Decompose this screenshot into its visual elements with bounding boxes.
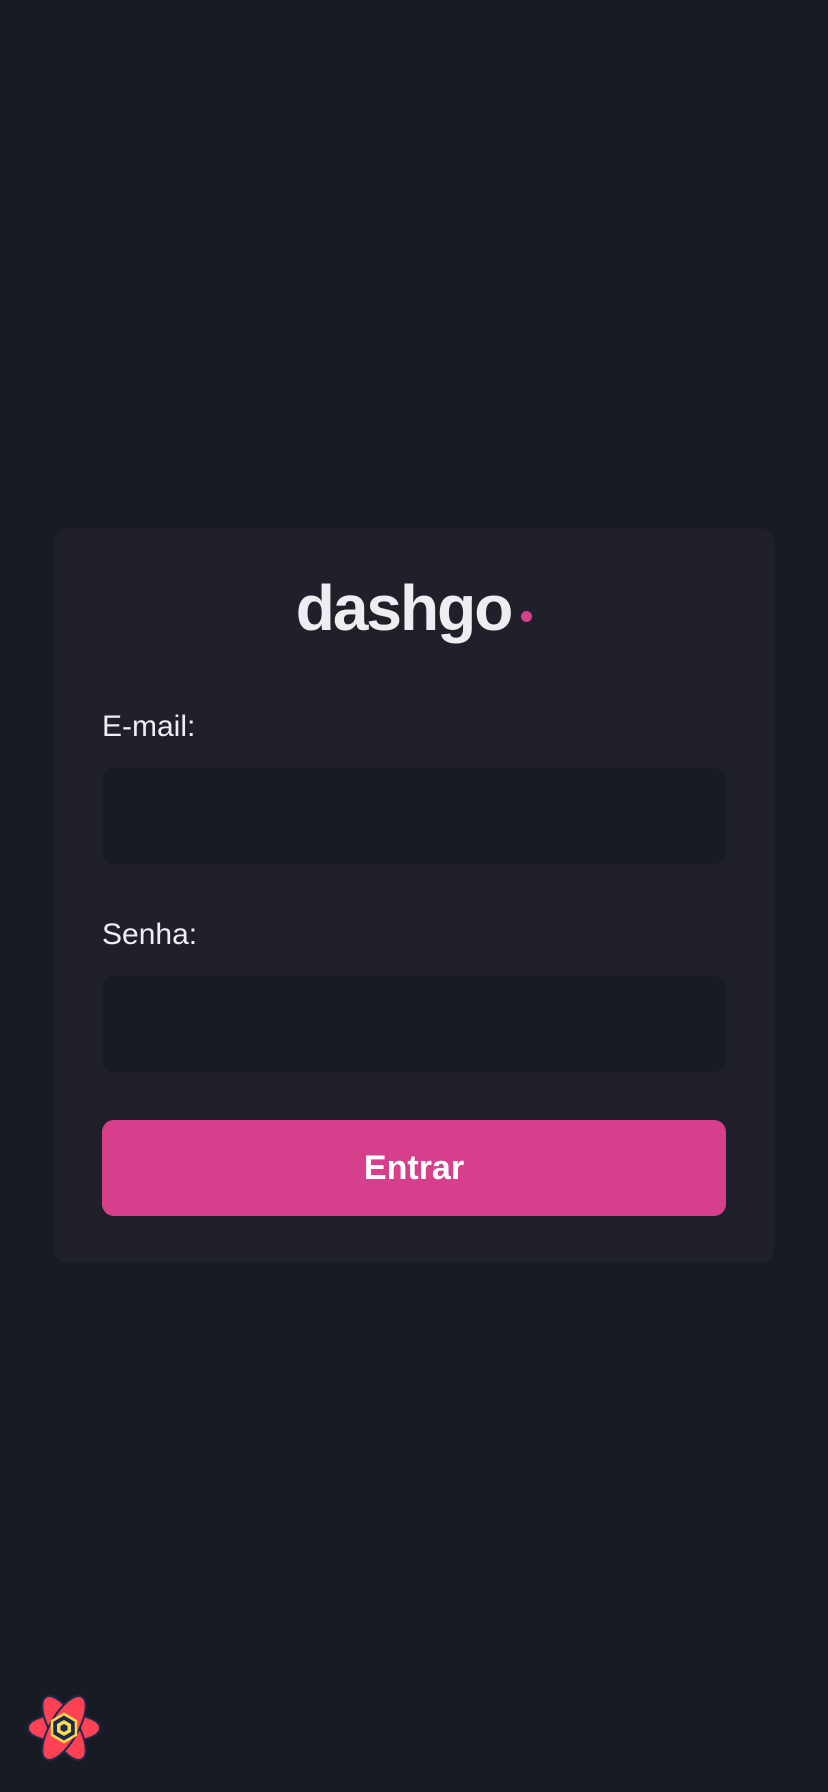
brand-logo: dashgo [54,568,774,648]
email-label: E-mail: [102,710,196,743]
login-button[interactable]: Entrar [102,1120,726,1216]
password-field[interactable] [102,976,726,1072]
login-card: dashgo E-mail: Senha: Entrar [54,528,774,1263]
react-query-devtools-icon[interactable] [24,1690,104,1766]
brand-name: dashgo [295,572,514,644]
email-field[interactable] [102,768,726,864]
brand-dot [521,611,533,622]
password-label: Senha: [102,918,198,951]
